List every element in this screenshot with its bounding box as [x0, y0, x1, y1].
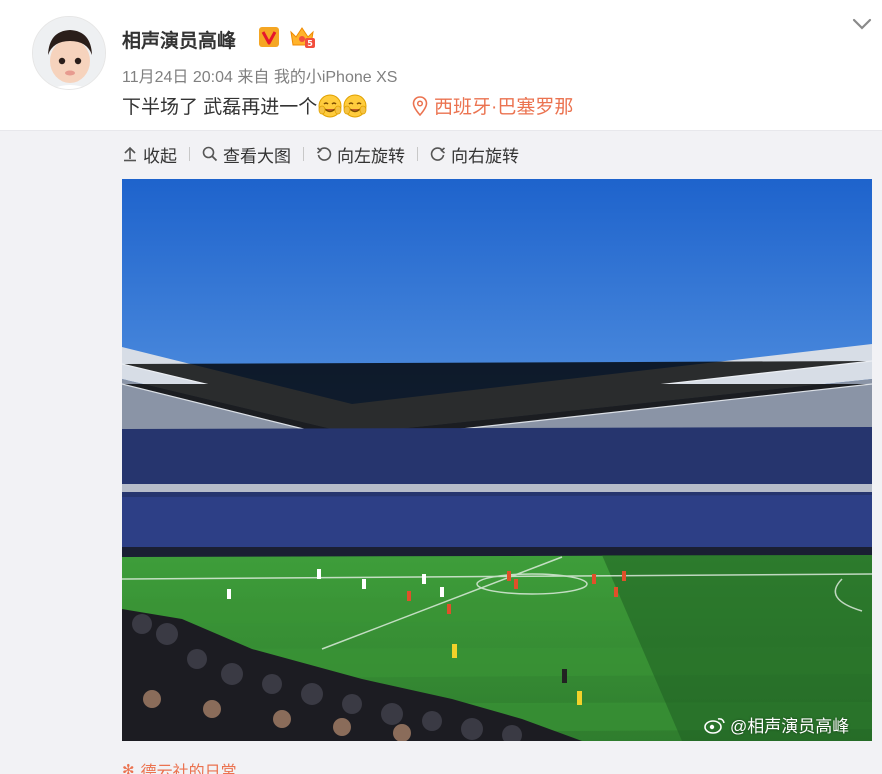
collapse-label: 收起 [143, 146, 177, 166]
toolbar-divider [189, 147, 190, 161]
collapse-button[interactable]: 收起 [122, 142, 177, 167]
weibo-logo-icon [704, 717, 725, 734]
topic-label: 德云社的日常 [140, 764, 237, 774]
weibo-post-card: 相声演员高峰 5 11月24日 20:04 来自 我的小iPhone XS 下半… [0, 0, 882, 774]
source-prefix: 来自 [237, 69, 270, 86]
rotate-right-label: 向右旋转 [451, 146, 519, 166]
watermark-text: @相声演员高峰 [730, 717, 850, 736]
rotate-right-button[interactable]: 向右旋转 [430, 142, 519, 167]
post-date[interactable]: 11月24日 20:04 [122, 69, 233, 86]
toolbar-divider [417, 147, 418, 161]
media-toolbar: 收起 查看大图 向左旋转 向右旋转 [122, 141, 519, 167]
post-source[interactable]: 我的小iPhone XS [274, 69, 398, 86]
post-text: 下半场了 武磊再进一个 [122, 92, 367, 119]
avatar[interactable] [32, 16, 106, 90]
chevron-down-icon[interactable] [850, 14, 874, 34]
location-link[interactable]: 西班牙·巴塞罗那 [412, 92, 573, 119]
view-large-label: 查看大图 [223, 146, 291, 166]
location-pin-icon [412, 95, 428, 116]
toolbar-divider [303, 147, 304, 161]
svg-text:5: 5 [307, 39, 313, 48]
smiling-face-icon [318, 94, 342, 118]
topic-tag[interactable]: ✻ 德云社的日常 [122, 758, 237, 774]
location-label: 西班牙·巴塞罗那 [434, 97, 574, 118]
stadium-photo [122, 179, 872, 741]
view-large-button[interactable]: 查看大图 [202, 142, 291, 167]
vip-crown-icon[interactable]: 5 [288, 23, 316, 51]
post-meta: 11月24日 20:04 来自 我的小iPhone XS [122, 63, 397, 87]
rotate-left-label: 向左旋转 [337, 146, 405, 166]
post-body: 下半场了 武磊再进一个 [122, 97, 318, 118]
rotate-right-icon [430, 147, 446, 161]
magnifier-icon [202, 146, 218, 162]
topic-flower-icon: ✻ [122, 762, 135, 774]
post-photo[interactable] [122, 179, 872, 741]
collapse-up-icon [124, 146, 136, 162]
username[interactable]: 相声演员高峰 [122, 26, 236, 53]
rotate-left-icon [316, 147, 332, 161]
smiling-face-icon [343, 94, 367, 118]
rotate-left-button[interactable]: 向左旋转 [316, 142, 405, 167]
watermark: @相声演员高峰 [704, 712, 849, 737]
verified-badge-icon [258, 26, 280, 48]
